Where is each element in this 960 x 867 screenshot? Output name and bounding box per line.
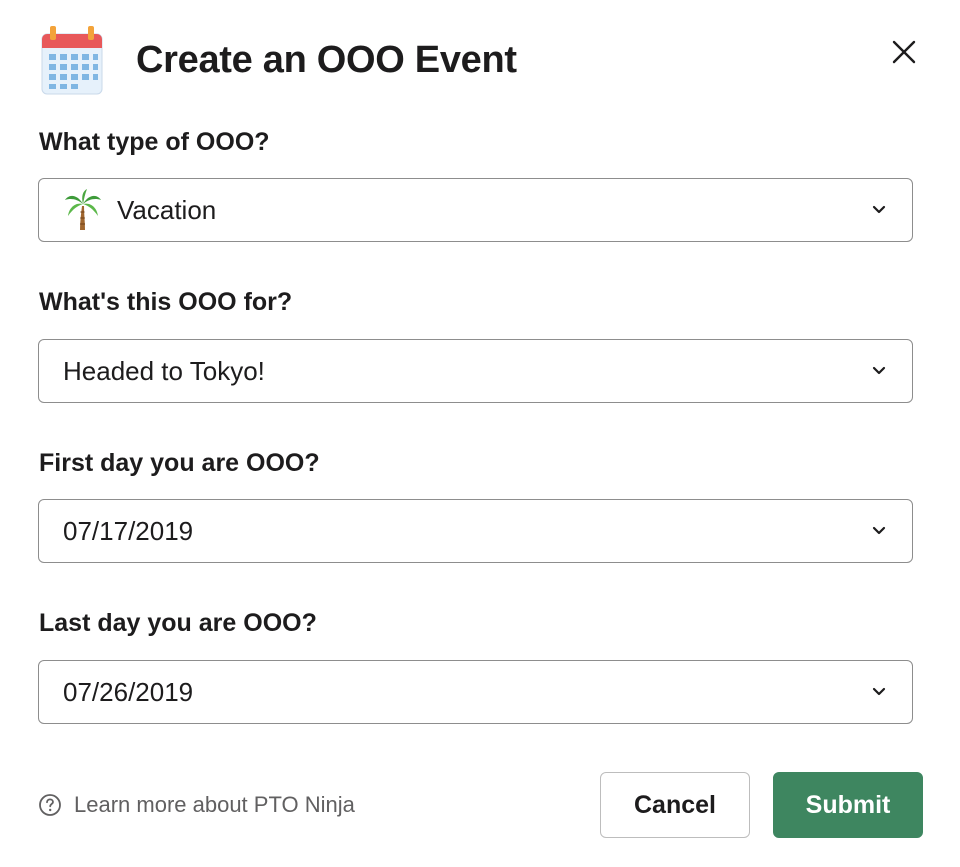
last-day-datepicker[interactable]: 07/26/2019 (38, 660, 913, 724)
last-day-value: 07/26/2019 (63, 676, 194, 707)
cancel-button[interactable]: Cancel (600, 772, 750, 838)
chevron-down-icon (872, 205, 886, 214)
close-icon (892, 40, 916, 64)
ooo-type-label: What type of OOO? (39, 128, 270, 156)
ooo-reason-value: Headed to Tokyo! (63, 355, 265, 386)
ooo-reason-select[interactable]: Headed to Tokyo! (38, 339, 913, 403)
learn-more-text: Learn more about PTO Ninja (74, 792, 355, 817)
first-day-datepicker[interactable]: 07/17/2019 (38, 499, 913, 563)
last-day-label: Last day you are OOO? (39, 609, 317, 637)
first-day-label: First day you are OOO? (39, 449, 320, 477)
ooo-type-value: Vacation (117, 194, 217, 225)
learn-more-link[interactable]: Learn more about PTO Ninja (38, 792, 355, 818)
question-circle-icon (39, 794, 61, 816)
calendar-icon (41, 26, 103, 95)
chevron-down-icon (872, 526, 886, 535)
create-ooo-modal: Create an OOO Event What type of OOO? Va… (0, 0, 960, 867)
modal-header: Create an OOO Event (40, 22, 517, 98)
chevron-down-icon (872, 366, 886, 375)
ooo-type-select[interactable]: Vacation (38, 178, 913, 242)
palm-tree-icon (65, 189, 101, 230)
first-day-value: 07/17/2019 (63, 515, 194, 546)
close-button[interactable] (886, 34, 922, 70)
chevron-down-icon (872, 687, 886, 696)
submit-button[interactable]: Submit (773, 772, 923, 838)
modal-title: Create an OOO Event (136, 38, 517, 81)
ooo-reason-label: What's this OOO for? (39, 288, 293, 316)
